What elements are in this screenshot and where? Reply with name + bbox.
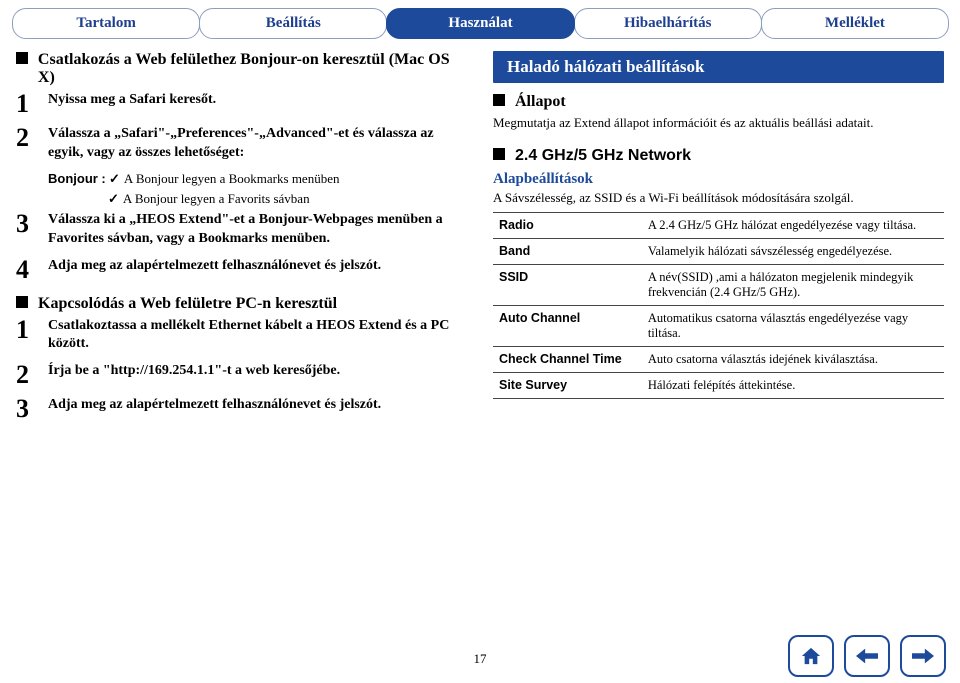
tab-hibaelharitas[interactable]: Hibaelhárítás bbox=[574, 8, 762, 39]
setting-key: Site Survey bbox=[493, 373, 642, 399]
step-text: Adja meg az alapértelmezett felhasználón… bbox=[48, 396, 467, 422]
arrow-right-icon bbox=[912, 648, 934, 664]
bonjour-label: Bonjour : bbox=[48, 171, 106, 186]
heading-bonjour-text: Csatlakozás a Web felülethez Bonjour-on … bbox=[38, 51, 467, 87]
setting-key: Auto Channel bbox=[493, 306, 642, 347]
network-desc: A Sávszélesség, az SSID és a Wi-Fi beáll… bbox=[493, 190, 944, 206]
network-heading-text: 2.4 GHz/5 GHz Network bbox=[515, 147, 691, 165]
heading-network: 2.4 GHz/5 GHz Network bbox=[493, 147, 944, 165]
heading-pc-text: Kapcsolódás a Web felületre PC-n kereszt… bbox=[38, 295, 337, 313]
right-column: Haladó hálózati beállítások Állapot Megm… bbox=[493, 45, 944, 430]
prev-button[interactable] bbox=[844, 635, 890, 677]
table-row: RadioA 2.4 GHz/5 GHz hálózat engedélyezé… bbox=[493, 213, 944, 239]
status-heading-text: Állapot bbox=[515, 93, 566, 111]
heading-pc: Kapcsolódás a Web felületre PC-n kereszt… bbox=[16, 295, 467, 313]
pc-step-2: 2 Írja be a "http://169.254.1.1"-t a web … bbox=[16, 362, 467, 388]
home-button[interactable] bbox=[788, 635, 834, 677]
tab-hasznalat[interactable]: Használat bbox=[386, 8, 574, 39]
pc-step-3: 3 Adja meg az alapértelmezett felhasználó… bbox=[16, 396, 467, 422]
square-icon bbox=[16, 52, 28, 64]
setting-key: Band bbox=[493, 239, 642, 265]
next-button[interactable] bbox=[900, 635, 946, 677]
home-icon bbox=[800, 646, 822, 666]
pc-step-1: 1 Csatlakoztassa a mellékelt Ethernet káb… bbox=[16, 317, 467, 355]
table-row: SSIDA név(SSID) ,ami a hálózaton megjele… bbox=[493, 265, 944, 306]
step-3: 3 Válassza ki a „HEOS Extend"-et a Bonjou… bbox=[16, 211, 467, 249]
step-number: 1 bbox=[16, 317, 38, 355]
step-text: Válassza a „Safari"-„Preferences"-„Advan… bbox=[48, 125, 467, 163]
square-icon bbox=[493, 94, 505, 106]
step-number: 3 bbox=[16, 211, 38, 249]
step-text: Adja meg az alapértelmezett felhasználón… bbox=[48, 257, 467, 283]
setting-val: Auto csatorna választás idejének kiválas… bbox=[642, 347, 944, 373]
step-text: Nyissa meg a Safari keresőt. bbox=[48, 91, 467, 117]
setting-key: SSID bbox=[493, 265, 642, 306]
step-number: 3 bbox=[16, 396, 38, 422]
page-body: Csatlakozás a Web felülethez Bonjour-on … bbox=[0, 39, 960, 430]
step-1: 1 Nyissa meg a Safari keresőt. bbox=[16, 91, 467, 117]
step-text: Csatlakoztassa a mellékelt Ethernet kábe… bbox=[48, 317, 467, 355]
table-row: Check Channel TimeAuto csatorna választá… bbox=[493, 347, 944, 373]
step-2: 2 Válassza a „Safari"-„Preferences"-„Adva… bbox=[16, 125, 467, 163]
tabs-bar: Tartalom Beállítás Használat Hibaelhárít… bbox=[0, 0, 960, 39]
setting-val: Valamelyik hálózati sávszélesség engedél… bbox=[642, 239, 944, 265]
setting-val: A név(SSID) ,ami a hálózaton megjelenik … bbox=[642, 265, 944, 306]
setting-val: A 2.4 GHz/5 GHz hálózat engedélyezése va… bbox=[642, 213, 944, 239]
heading-bonjour: Csatlakozás a Web felülethez Bonjour-on … bbox=[16, 51, 467, 87]
tab-melleklet[interactable]: Melléklet bbox=[761, 8, 949, 39]
setting-val: Hálózati felépítés áttekintése. bbox=[642, 373, 944, 399]
table-row: Auto ChannelAutomatikus csatorna választ… bbox=[493, 306, 944, 347]
tab-beallitas[interactable]: Beállítás bbox=[199, 8, 387, 39]
left-column: Csatlakozás a Web felülethez Bonjour-on … bbox=[16, 45, 467, 430]
settings-table: RadioA 2.4 GHz/5 GHz hálózat engedélyezé… bbox=[493, 212, 944, 399]
bonjour-note: Bonjour : A Bonjour legyen a Bookmarks m… bbox=[48, 171, 467, 207]
setting-key: Check Channel Time bbox=[493, 347, 642, 373]
status-desc: Megmutatja az Extend állapot információi… bbox=[493, 115, 944, 131]
bonjour-opt-a: A Bonjour legyen a Bookmarks menüben bbox=[124, 171, 340, 186]
table-row: BandValamelyik hálózati sávszélesség eng… bbox=[493, 239, 944, 265]
setting-val: Automatikus csatorna választás engedélye… bbox=[642, 306, 944, 347]
table-row: Site SurveyHálózati felépítés áttekintés… bbox=[493, 373, 944, 399]
nav-icons bbox=[788, 635, 946, 677]
subhead-alap: Alapbeállítások bbox=[493, 171, 944, 188]
square-icon bbox=[16, 296, 28, 308]
check-icon bbox=[109, 171, 124, 186]
step-number: 2 bbox=[16, 125, 38, 163]
step-number: 2 bbox=[16, 362, 38, 388]
arrow-left-icon bbox=[856, 648, 878, 664]
section-title: Haladó hálózati beállítások bbox=[493, 51, 944, 83]
heading-status: Állapot bbox=[493, 93, 944, 111]
tab-tartalom[interactable]: Tartalom bbox=[12, 8, 200, 39]
step-number: 1 bbox=[16, 91, 38, 117]
setting-key: Radio bbox=[493, 213, 642, 239]
step-text: Válassza ki a „HEOS Extend"-et a Bonjour… bbox=[48, 211, 467, 249]
step-4: 4 Adja meg az alapértelmezett felhasználó… bbox=[16, 257, 467, 283]
step-number: 4 bbox=[16, 257, 38, 283]
square-icon bbox=[493, 148, 505, 160]
bonjour-opt-b: A Bonjour legyen a Favorits sávban bbox=[123, 191, 310, 206]
check-icon bbox=[108, 191, 123, 206]
step-text: Írja be a "http://169.254.1.1"-t a web k… bbox=[48, 362, 467, 388]
